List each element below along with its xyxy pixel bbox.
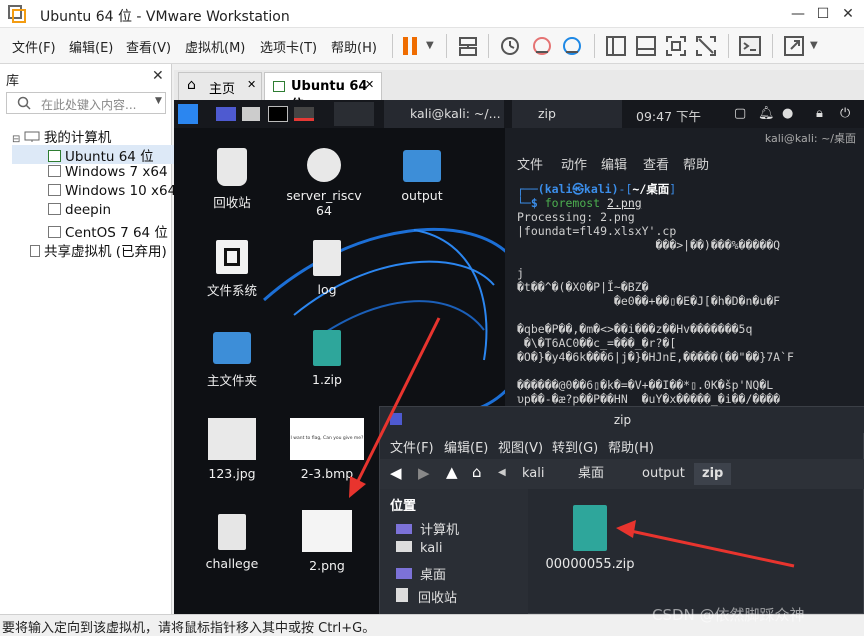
tab-close-icon[interactable]: ✕ bbox=[365, 78, 374, 91]
watermark: CSDN @依然脚踩众神 bbox=[652, 606, 805, 624]
tab-ubuntu[interactable]: Ubuntu 64 位 ✕ bbox=[264, 72, 382, 113]
tree-my-computer[interactable]: ⊟ 我的计算机 bbox=[12, 126, 176, 146]
snapshot-icon[interactable] bbox=[498, 34, 522, 58]
menu-view[interactable]: 查看(V) bbox=[126, 37, 171, 56]
home-icon: ⌂ bbox=[187, 77, 196, 93]
search-placeholder: 在此处键入内容... bbox=[41, 98, 137, 112]
tree-deepin[interactable]: deepin bbox=[12, 202, 176, 221]
stretch-icon[interactable] bbox=[782, 34, 806, 58]
tab-home[interactable]: ⌂ 主页 ✕ bbox=[178, 72, 262, 100]
sidebar-view-icon[interactable] bbox=[604, 34, 628, 58]
tree-win10[interactable]: Windows 10 x64 bbox=[12, 183, 176, 202]
annotation-arrows bbox=[349, 317, 795, 568]
menu-edit[interactable]: 编辑(E) bbox=[69, 37, 113, 56]
status-text: 要将输入定向到该虚拟机，请将鼠标指针移入其中或按 Ctrl+G。 bbox=[2, 621, 376, 636]
unity-icon[interactable] bbox=[694, 34, 718, 58]
window-titlebar: Ubuntu 64 位 - VMware Workstation — ☐ ✕ bbox=[0, 0, 864, 28]
chevron-down-icon[interactable]: ▼ bbox=[426, 40, 434, 51]
library-close-icon[interactable]: ✕ bbox=[152, 68, 164, 84]
console-view-icon[interactable] bbox=[634, 34, 658, 58]
tree-win7[interactable]: Windows 7 x64 bbox=[12, 164, 176, 183]
library-title: 库 bbox=[6, 74, 20, 89]
maximize-button[interactable]: ☐ bbox=[813, 4, 833, 24]
menu-tabs[interactable]: 选项卡(T) bbox=[260, 37, 317, 56]
guest-screen[interactable]: kali@kali: ~/... zip 09:47 下午 ▢ 🔔︎ ● 🔒︎ … bbox=[174, 100, 864, 614]
library-search-input[interactable]: 在此处键入内容... ▼ bbox=[6, 92, 166, 114]
snapshot-manager-icon[interactable] bbox=[560, 34, 584, 58]
close-button[interactable]: ✕ bbox=[838, 4, 858, 24]
vmware-logo-icon bbox=[8, 5, 26, 23]
tree-shared-vms[interactable]: 共享虚拟机 (已弃用) bbox=[12, 240, 176, 260]
tab-close-icon[interactable]: ✕ bbox=[247, 78, 256, 91]
pause-icon[interactable] bbox=[398, 34, 422, 58]
tree-ubuntu[interactable]: Ubuntu 64 位 bbox=[12, 145, 177, 165]
minimize-button[interactable]: — bbox=[788, 4, 808, 24]
terminal-icon[interactable] bbox=[738, 34, 762, 58]
library-panel: 库 ✕ 在此处键入内容... ▼ ⊟ 我的计算机 Ubuntu 64 位 Win… bbox=[0, 64, 177, 614]
restore-snapshot-icon[interactable] bbox=[530, 34, 554, 58]
menu-toolbar: 文件(F) 编辑(E) 查看(V) 虚拟机(M) 选项卡(T) 帮助(H) ▼ … bbox=[0, 28, 864, 64]
search-icon bbox=[17, 96, 31, 110]
fullscreen-icon[interactable] bbox=[664, 34, 688, 58]
tree-centos[interactable]: CentOS 7 64 位 bbox=[12, 221, 176, 241]
tab-bar: ⌂ 主页 ✕ Ubuntu 64 位 ✕ bbox=[174, 70, 864, 113]
network-icon[interactable] bbox=[456, 34, 480, 58]
stretch-dropdown-icon[interactable]: ▼ bbox=[810, 40, 818, 51]
vm-icon bbox=[273, 81, 285, 92]
search-dropdown-icon[interactable]: ▼ bbox=[155, 96, 162, 106]
menu-file[interactable]: 文件(F) bbox=[12, 37, 56, 56]
menu-vm[interactable]: 虚拟机(M) bbox=[185, 37, 245, 56]
vm-tree: ⊟ 我的计算机 Ubuntu 64 位 Windows 7 x64 Window… bbox=[12, 126, 177, 260]
computer-icon bbox=[24, 131, 40, 142]
window-title: Ubuntu 64 位 - VMware Workstation bbox=[40, 9, 290, 25]
menu-help[interactable]: 帮助(H) bbox=[331, 37, 377, 56]
